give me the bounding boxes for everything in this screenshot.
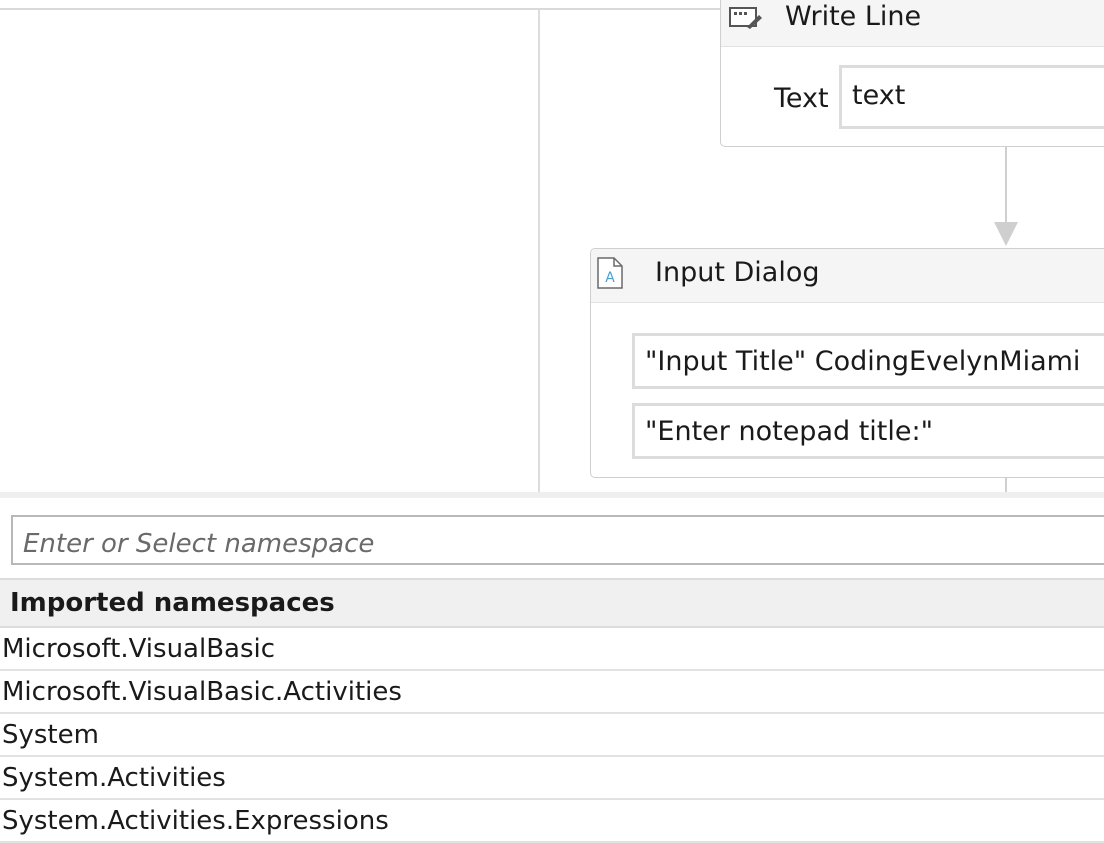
write-line-activity[interactable]: Write Line Text text xyxy=(720,0,1104,147)
workflow-designer-canvas[interactable]: Write Line Text text A Input Dialog "Inp… xyxy=(0,0,1104,492)
dialog-title-input[interactable]: "Input Title" CodingEvelynMiami xyxy=(632,333,1104,389)
flow-connector xyxy=(1005,147,1007,223)
namespace-row[interactable]: Microsoft.VisualBasic.Activities xyxy=(0,671,1104,714)
imports-panel: Imported namespaces Microsoft.VisualBasi… xyxy=(0,492,1104,843)
svg-text:A: A xyxy=(605,270,615,286)
write-line-title: Write Line xyxy=(785,1,922,32)
vertical-divider xyxy=(538,9,540,492)
write-line-text-input[interactable]: text xyxy=(839,65,1104,129)
input-dialog-activity[interactable]: A Input Dialog "Input Title" CodingEvely… xyxy=(590,248,1104,478)
write-line-icon xyxy=(729,7,762,29)
input-dialog-title: Input Dialog xyxy=(655,257,820,288)
namespace-row[interactable]: Microsoft.VisualBasic xyxy=(0,628,1104,671)
flow-arrow xyxy=(994,222,1018,246)
flow-connector-lower xyxy=(1005,478,1007,492)
namespace-search-input[interactable] xyxy=(11,515,1104,565)
input-dialog-icon: A xyxy=(597,257,623,289)
imported-namespaces-header[interactable]: Imported namespaces xyxy=(0,578,1104,628)
write-line-header[interactable]: Write Line xyxy=(721,0,1104,47)
text-field-label: Text xyxy=(774,83,829,114)
namespace-row[interactable]: System.Activities xyxy=(0,757,1104,800)
dialog-label-input[interactable]: "Enter notepad title:" xyxy=(632,403,1104,459)
namespace-row[interactable]: System xyxy=(0,714,1104,757)
input-dialog-header[interactable]: A Input Dialog xyxy=(591,249,1104,303)
namespace-row[interactable]: System.Activities.Expressions xyxy=(0,800,1104,843)
imported-namespaces-table: Imported namespaces Microsoft.VisualBasi… xyxy=(0,578,1104,843)
